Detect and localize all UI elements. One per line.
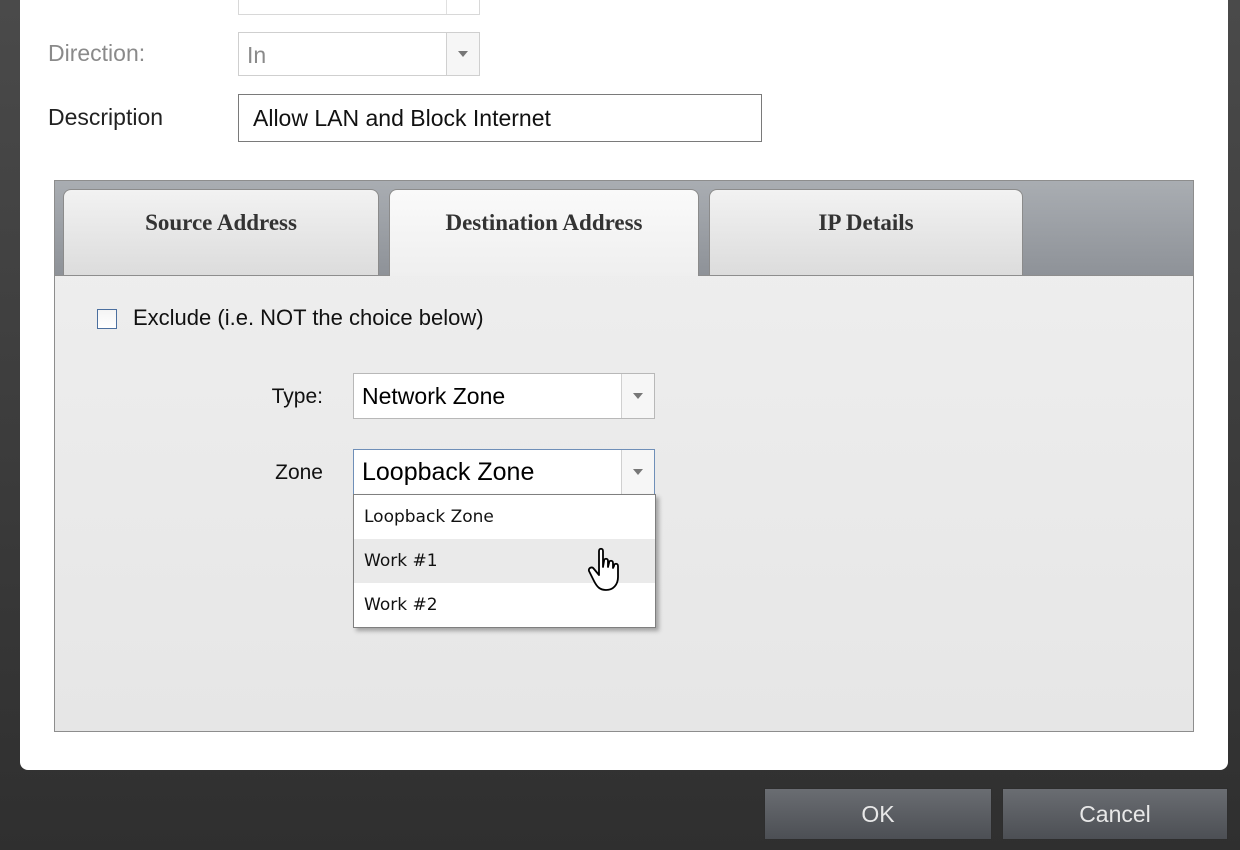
zone-label: Zone <box>275 461 323 484</box>
zone-value: Loopback Zone <box>362 458 535 486</box>
direction-value: In <box>247 42 267 68</box>
description-label: Description <box>48 104 164 130</box>
tab-ip-details[interactable]: IP Details <box>709 189 1023 275</box>
zone-select[interactable]: Loopback Zone <box>353 449 655 495</box>
tab-strip: Source Address Destination Address IP De… <box>55 181 1193 276</box>
type-value: Network Zone <box>362 383 506 409</box>
exclude-checkbox[interactable] <box>97 309 117 329</box>
tab-source-address[interactable]: Source Address <box>63 189 379 275</box>
zone-option-loopback[interactable]: Loopback Zone <box>354 495 655 539</box>
type-select[interactable]: Network Zone <box>353 373 655 419</box>
hand-pointer-icon <box>587 547 619 591</box>
chevron-down-icon[interactable] <box>621 374 654 418</box>
ok-button[interactable]: OK <box>764 788 992 840</box>
type-label: Type: <box>271 385 323 408</box>
zone-dropdown-list: Loopback Zone Work #1 Work #2 <box>353 494 656 628</box>
chevron-down-icon[interactable] <box>446 33 479 75</box>
description-input[interactable] <box>238 94 762 142</box>
cancel-button[interactable]: Cancel <box>1002 788 1228 840</box>
direction-label: Direction: <box>48 40 146 66</box>
direction-select[interactable]: In <box>238 32 480 76</box>
exclude-label: Exclude (i.e. NOT the choice below) <box>133 305 484 330</box>
tab-destination-address[interactable]: Destination Address <box>389 189 699 276</box>
chevron-down-icon[interactable] <box>621 450 654 494</box>
partially-hidden-field[interactable] <box>238 0 480 15</box>
address-tabs-panel: Source Address Destination Address IP De… <box>54 180 1194 732</box>
